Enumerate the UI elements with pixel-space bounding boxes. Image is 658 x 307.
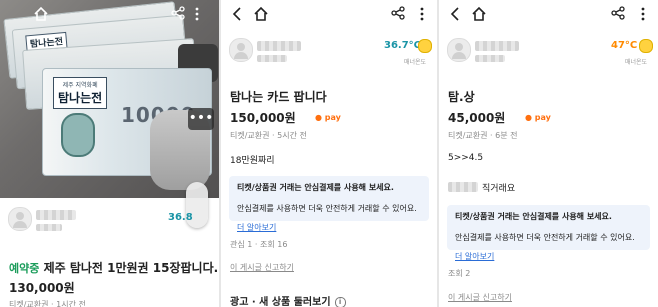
manner-temperature: 36.7°C — [384, 40, 422, 51]
listing-price: 130,000원 — [9, 281, 75, 295]
listing-description-line1: 5>>4.5 — [448, 153, 484, 163]
listing-meta: 티켓/교환권 · 5시간 전 — [230, 131, 307, 140]
safe-payment-desc: 안심결제를 사용하면 더욱 안전하게 거래할 수 있어요. — [237, 204, 417, 213]
ads-heading: 광고 · 새 상품 둘러보기 i — [230, 293, 346, 307]
manner-label: 매너온도 — [404, 59, 427, 66]
pay-icon: ● — [525, 113, 532, 122]
share-icon[interactable] — [611, 6, 625, 23]
note-portrait — [61, 113, 95, 157]
more-menu-icon[interactable] — [640, 6, 646, 25]
manner-temperature: 47°C — [611, 40, 638, 51]
listing-title-text: 제주 탐나전 1만원권 15장팝니다. — [43, 261, 219, 275]
share-icon[interactable] — [391, 6, 405, 23]
listing-price: 150,000원 — [230, 111, 296, 125]
listing-description: 18만원짜리 — [230, 156, 275, 166]
pay-icon: ● — [315, 113, 322, 122]
listing-stats: 조회 2 — [448, 269, 471, 278]
info-icon[interactable]: i — [334, 296, 346, 307]
more-menu-icon[interactable] — [194, 6, 200, 25]
share-icon[interactable] — [171, 6, 185, 23]
pay-badge: ● pay — [525, 113, 551, 122]
seller-name-blurred — [475, 41, 519, 51]
home-icon[interactable] — [33, 6, 49, 25]
seller-name-blurred — [257, 41, 301, 51]
listing-title: 탐나는 카드 팝니다 — [230, 90, 327, 104]
back-icon[interactable] — [230, 6, 244, 25]
home-icon[interactable] — [471, 6, 487, 25]
listing-title: 예약중 제주 탐나전 1만원권 15장팝니다. — [9, 259, 218, 276]
back-icon[interactable] — [448, 6, 462, 25]
safe-payment-banner[interactable]: 티켓/상품권 거래는 안심결제를 사용해 보세요. 안심결제를 사용하면 더욱 … — [447, 205, 650, 261]
seller-location-blurred — [475, 55, 505, 62]
learn-more-link[interactable]: 더 알아보기 — [237, 223, 276, 232]
safe-payment-desc: 안심결제를 사용하면 더욱 안전하게 거래할 수 있어요. — [455, 233, 635, 242]
listing-price: 45,000원 — [448, 111, 506, 125]
listing-meta: 티켓/교환권 · 1시간 전 — [9, 300, 86, 307]
reserved-badge: 예약중 — [9, 262, 40, 275]
listing-title: 탐.상 — [448, 90, 475, 104]
note-label-box: 제주 지역화폐 탐나는전 — [53, 77, 108, 109]
pay-badge: ● pay — [315, 113, 341, 122]
smile-face-icon — [418, 39, 432, 53]
safe-payment-banner[interactable]: 티켓/상품권 거래는 안심결제를 사용해 보세요. 안심결제를 사용하면 더욱 … — [229, 176, 429, 232]
seller-avatar[interactable] — [447, 38, 471, 62]
listing-description-line2: 직거래요 — [482, 184, 516, 194]
note-label: 탐나는전 — [58, 91, 103, 105]
more-options-icon[interactable]: ••• — [188, 108, 214, 130]
learn-more-link[interactable]: 더 알아보기 — [455, 252, 494, 261]
report-link[interactable]: 이 게시글 신고하기 — [448, 292, 512, 303]
safe-payment-title: 티켓/상품권 거래는 안심결제를 사용해 보세요. — [237, 183, 394, 192]
seller-location-blurred — [257, 55, 287, 62]
listing-screen-3: 47°C 매너온도 탐.상 45,000원 ● pay 티켓/교환권 · 6분 … — [439, 0, 658, 307]
manner-label: 매너온도 — [625, 59, 648, 66]
seller-avatar[interactable] — [229, 38, 253, 62]
product-photo[interactable]: 탐나는전 제주 지역화폐 탐나는전 10000 ••• — [0, 0, 219, 198]
smile-face-icon — [639, 39, 653, 53]
blurred-text — [448, 182, 478, 192]
report-link[interactable]: 이 게시글 신고하기 — [230, 262, 294, 273]
seller-name-blurred — [36, 210, 76, 220]
safe-payment-title: 티켓/상품권 거래는 안심결제를 사용해 보세요. — [455, 212, 612, 221]
listing-screen-2: 36.7°C 매너온도 탐나는 카드 팝니다 150,000원 ● pay 티켓… — [221, 0, 437, 307]
listing-stats: 관심 1 · 조회 16 — [230, 240, 288, 249]
manner-temperature: 36.8 — [168, 212, 193, 223]
home-icon[interactable] — [253, 6, 269, 25]
note-label-small: 제주 지역화폐 — [62, 82, 98, 89]
seller-avatar[interactable] — [8, 207, 32, 231]
listing-screen-1: 탐나는전 제주 지역화폐 탐나는전 10000 ••• 36.8 예약중 제주 … — [0, 0, 219, 307]
more-menu-icon[interactable] — [419, 6, 425, 25]
seller-location-blurred — [36, 224, 62, 231]
listing-meta: 티켓/교환권 · 6분 전 — [448, 131, 518, 140]
